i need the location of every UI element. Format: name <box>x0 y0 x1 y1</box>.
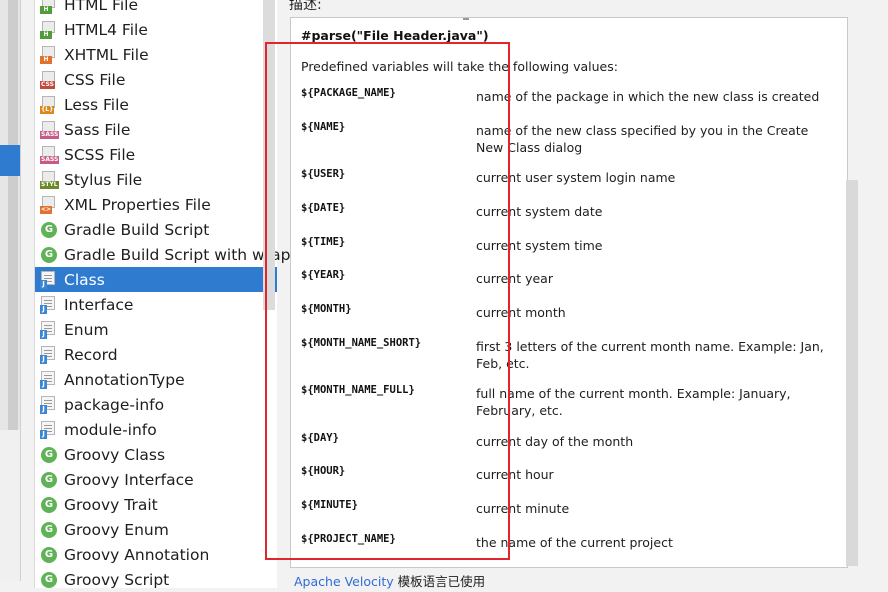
file-template-label: Record <box>64 345 118 364</box>
groovy-icon: G <box>40 521 58 539</box>
file-template-item[interactable]: G Groovy Annotation <box>35 542 277 567</box>
file-template-item[interactable]: G Groovy Trait <box>35 492 277 517</box>
groovy-icon: G <box>40 446 58 464</box>
gradle-icon: G <box>40 246 58 264</box>
file-template-label: Class <box>64 270 105 289</box>
xhtml-file-icon: H <box>40 45 58 64</box>
file-template-label: SCSS File <box>64 145 136 164</box>
groovy-icon: G <box>40 471 58 489</box>
file-template-list[interactable]: H HTML File H HTML4 File H XHTML File CSS CSS F… <box>34 0 290 589</box>
file-template-label: package-info <box>64 395 165 414</box>
file-template-label: XML Properties File <box>64 195 211 214</box>
file-template-item[interactable]: Jmodule-info <box>35 417 277 442</box>
variable-description: current system date <box>476 204 603 219</box>
file-template-item[interactable]: {L} Less File <box>35 92 277 117</box>
apache-velocity-link[interactable]: Apache Velocity <box>294 574 394 589</box>
file-template-label: CSS File <box>64 70 126 89</box>
file-template-label: Gradle Build Script <box>64 220 210 239</box>
variable-description: current minute <box>476 501 570 516</box>
file-template-item[interactable]: STYL Stylus File <box>35 167 277 192</box>
file-template-label: Groovy Script <box>64 570 170 589</box>
variable-description: current month <box>476 305 566 320</box>
variable-description: current day of the month <box>476 434 634 449</box>
template-language-text: 模板语言已使用 <box>393 574 486 589</box>
groovy-icon: G <box>40 496 58 514</box>
file-template-item[interactable]: J Enum <box>35 317 277 342</box>
file-template-label: Groovy Interface <box>64 470 194 489</box>
file-template-label: AnnotationType <box>64 370 185 389</box>
sass-file-icon: SASS <box>40 120 60 139</box>
variable-description: current system time <box>476 238 603 253</box>
file-template-label: module-info <box>64 420 157 439</box>
java-class-icon: J <box>40 270 58 289</box>
file-template-item[interactable]: J Record <box>35 342 277 367</box>
file-template-item[interactable]: SASS Sass File <box>35 117 277 142</box>
stylus-file-icon: STYL <box>40 170 59 189</box>
file-template-item[interactable]: G Groovy Class <box>35 442 277 467</box>
file-template-item[interactable]: Jpackage-info <box>35 392 277 417</box>
java-enum-icon: J <box>40 320 58 339</box>
java-package-info-icon: J <box>40 395 58 414</box>
file-template-item[interactable]: G Groovy Interface <box>35 467 277 492</box>
file-template-item[interactable]: H XHTML File <box>35 42 277 67</box>
left-sidebar-selection[interactable] <box>0 145 20 176</box>
description-label: 描述: <box>289 0 322 13</box>
file-template-label: Gradle Build Script with wrap <box>64 245 291 264</box>
variable-description: the name of the current project <box>476 535 673 550</box>
variable-description: current year <box>476 271 553 286</box>
file-template-item[interactable]: CSS CSS File <box>35 67 277 92</box>
variable-description: current hour <box>476 467 554 482</box>
highlight-annotation-box <box>265 42 510 560</box>
file-template-item[interactable]: J Interface <box>35 292 277 317</box>
file-template-label: Groovy Annotation <box>64 545 210 564</box>
variable-description: full name of the current month. Example:… <box>476 386 791 418</box>
xml-properties-file-icon: <> <box>40 195 58 214</box>
file-template-item[interactable]: G Gradle Build Script <box>35 217 277 242</box>
left-sidebar-lower-area <box>0 430 20 581</box>
left-sidebar-scrollbar[interactable] <box>8 0 18 430</box>
file-template-label: Groovy Trait <box>64 495 158 514</box>
file-template-item[interactable]: G Groovy Script <box>35 567 277 592</box>
file-template-label: Enum <box>64 320 109 339</box>
file-template-label: Stylus File <box>64 170 143 189</box>
html4-file-icon: H <box>40 20 58 39</box>
file-template-item[interactable]: H HTML4 File <box>35 17 277 42</box>
file-template-label: HTML4 File <box>64 20 148 39</box>
file-template-label: Groovy Class <box>64 445 166 464</box>
variable-description: name of the new class specified by you i… <box>476 123 809 155</box>
css-file-icon: CSS <box>40 70 58 89</box>
java-annotation-icon: J <box>40 370 58 389</box>
file-template-label: HTML File <box>64 0 138 14</box>
file-template-item[interactable]: J AnnotationType <box>35 367 277 392</box>
file-template-item[interactable]: G Groovy Enum <box>35 517 277 542</box>
file-template-item[interactable]: J Class <box>35 267 277 292</box>
file-template-item[interactable]: G Gradle Build Script with wrap <box>35 242 290 267</box>
java-interface-icon: J <box>40 295 58 314</box>
file-template-label: Groovy Enum <box>64 520 169 539</box>
variable-description: name of the package in which the new cla… <box>476 89 820 104</box>
description-top-fragment <box>463 18 469 20</box>
groovy-icon: G <box>40 571 58 589</box>
description-scrollbar[interactable] <box>846 180 858 566</box>
java-record-icon: J <box>40 345 58 364</box>
groovy-icon: G <box>40 546 58 564</box>
file-template-label: Less File <box>64 95 129 114</box>
file-template-item[interactable]: H HTML File <box>35 0 277 17</box>
file-template-label: XHTML File <box>64 45 149 64</box>
file-template-item[interactable]: <> XML Properties File <box>35 192 277 217</box>
file-template-label: Interface <box>64 295 134 314</box>
html-file-icon: H <box>40 0 58 14</box>
file-template-label: Sass File <box>64 120 131 139</box>
less-file-icon: {L} <box>40 95 58 114</box>
scss-file-icon: SASS <box>40 145 60 164</box>
java-module-info-icon: J <box>40 420 58 439</box>
variable-description: current user system login name <box>476 170 676 185</box>
gradle-icon: G <box>40 221 58 239</box>
variable-description: first 3 letters of the current month nam… <box>476 339 824 371</box>
parse-directive: #parse("File Header.java") <box>301 28 489 43</box>
file-template-item[interactable]: SASS SCSS File <box>35 142 277 167</box>
